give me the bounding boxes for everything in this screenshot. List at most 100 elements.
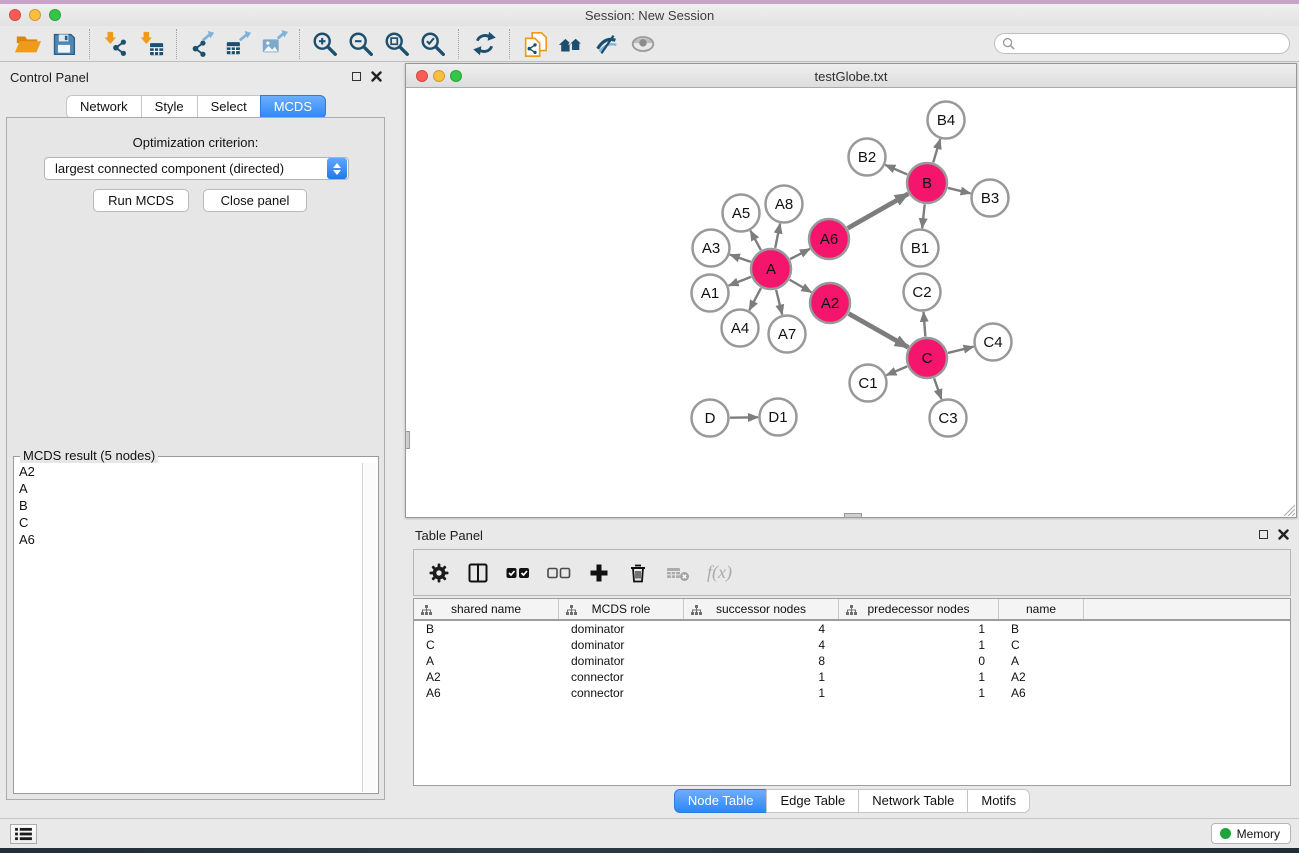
table-cell[interactable]: A2	[999, 670, 1084, 684]
export-table-button[interactable]	[220, 28, 256, 60]
column-header-predecessor-nodes[interactable]: predecessor nodes	[839, 599, 999, 619]
tab-network-table[interactable]: Network Table	[858, 789, 968, 813]
import-table-button[interactable]	[133, 28, 169, 60]
table-row-A6[interactable]: A6connector11A6	[414, 685, 1290, 701]
table-row-A2[interactable]: A2connector11A2	[414, 669, 1290, 685]
status-list-button[interactable]	[10, 824, 37, 844]
zoom-fit-button[interactable]	[379, 28, 415, 60]
graph-edge-C-C3[interactable]	[934, 378, 941, 399]
mcds-result-item[interactable]: B	[15, 497, 362, 514]
graph-edge-B-B1[interactable]	[922, 204, 925, 228]
table-cell[interactable]: C	[999, 638, 1084, 652]
column-header-shared-name[interactable]: shared name	[414, 599, 559, 619]
close-table-panel-icon[interactable]	[1278, 529, 1289, 540]
tab-mcds[interactable]: MCDS	[260, 95, 326, 119]
show-home-button[interactable]	[553, 28, 589, 60]
close-panel-button[interactable]: Close panel	[203, 189, 307, 212]
tab-node-table[interactable]: Node Table	[674, 789, 768, 813]
hide-selected-button[interactable]	[589, 28, 625, 60]
table-cell[interactable]: dominator	[559, 622, 684, 636]
graph-edge-B-B3[interactable]	[948, 188, 971, 193]
table-cell[interactable]: 4	[684, 622, 839, 636]
graph-edge-A-A3[interactable]	[730, 255, 751, 262]
open-session-button[interactable]	[10, 28, 46, 60]
table-cell[interactable]: A	[414, 654, 559, 668]
close-panel-icon[interactable]	[371, 71, 382, 82]
graph-edge-A-A5[interactable]	[750, 231, 760, 250]
graph-edge-A2-C[interactable]	[849, 314, 909, 348]
mcds-result-item[interactable]: A2	[15, 463, 362, 480]
import-network-button[interactable]	[97, 28, 133, 60]
table-row-A[interactable]: Adominator80A	[414, 653, 1290, 669]
column-header-successor-nodes[interactable]: successor nodes	[684, 599, 839, 619]
graph-edge-A-A1[interactable]	[729, 277, 751, 286]
table-cell[interactable]: dominator	[559, 654, 684, 668]
table-cell[interactable]: 1	[839, 686, 999, 700]
tab-network[interactable]: Network	[66, 95, 142, 119]
window-resize-grip[interactable]	[1282, 503, 1295, 516]
add-row-button[interactable]	[588, 562, 610, 584]
export-network-button[interactable]	[184, 28, 220, 60]
graph-edge-C-C1[interactable]	[886, 366, 907, 375]
table-cell[interactable]: B	[999, 622, 1084, 636]
table-cell[interactable]: 1	[839, 670, 999, 684]
mcds-result-item[interactable]: A6	[15, 531, 362, 548]
left-splitter-handle[interactable]	[405, 431, 410, 449]
deselect-all-checkboxes-button[interactable]	[547, 562, 571, 584]
table-cell[interactable]: C	[414, 638, 559, 652]
table-cell[interactable]: A6	[414, 686, 559, 700]
float-table-panel-icon[interactable]	[1259, 530, 1268, 539]
table-row-C[interactable]: Cdominator41C	[414, 637, 1290, 653]
table-cell[interactable]: 1	[839, 638, 999, 652]
result-scrollbar[interactable]	[362, 463, 377, 792]
graph-edge-A-A2[interactable]	[790, 280, 812, 293]
save-session-button[interactable]	[46, 28, 82, 60]
table-cell[interactable]: A6	[999, 686, 1084, 700]
tab-edge-table[interactable]: Edge Table	[766, 789, 859, 813]
column-settings-button[interactable]	[428, 562, 450, 584]
table-cell[interactable]: 1	[684, 686, 839, 700]
bottom-splitter-handle[interactable]	[844, 513, 862, 518]
graph-edge-A-A8[interactable]	[775, 224, 780, 248]
table-layout-button[interactable]	[467, 562, 489, 584]
graph-edge-A6-B[interactable]	[848, 194, 909, 229]
table-cell[interactable]: dominator	[559, 638, 684, 652]
table-cell[interactable]: A2	[414, 670, 559, 684]
mcds-result-item[interactable]: C	[15, 514, 362, 531]
table-cell[interactable]: 1	[684, 670, 839, 684]
optimization-criterion-select[interactable]: largest connected component (directed)	[44, 157, 349, 180]
table-cell[interactable]: 0	[839, 654, 999, 668]
column-header-name[interactable]: name	[999, 599, 1084, 619]
graph-edge-B-B4[interactable]	[933, 139, 940, 162]
float-panel-icon[interactable]	[352, 72, 361, 81]
zoom-out-button[interactable]	[343, 28, 379, 60]
table-cell[interactable]: 8	[684, 654, 839, 668]
tab-style[interactable]: Style	[141, 95, 198, 119]
select-all-checkboxes-button[interactable]	[506, 562, 530, 584]
zoom-in-button[interactable]	[307, 28, 343, 60]
clone-network-button[interactable]	[517, 28, 553, 60]
graph-edge-C-C4[interactable]	[948, 347, 974, 353]
export-image-button[interactable]	[256, 28, 292, 60]
memory-button[interactable]: Memory	[1211, 823, 1291, 844]
refresh-layout-button[interactable]	[466, 28, 502, 60]
table-cell[interactable]: connector	[559, 670, 684, 684]
tab-select[interactable]: Select	[197, 95, 261, 119]
network-graph-canvas[interactable]: B4B2BB3A5A8A6A3B1AA1C2A2A4A7C4CC1C3DD1	[406, 88, 1296, 517]
graph-edge-A-A4[interactable]	[749, 288, 761, 310]
table-cell[interactable]: connector	[559, 686, 684, 700]
graph-edge-C-C2[interactable]	[924, 312, 926, 337]
table-cell[interactable]: 4	[684, 638, 839, 652]
graph-edge-B-B2[interactable]	[885, 165, 907, 174]
tab-motifs[interactable]: Motifs	[967, 789, 1030, 813]
delete-row-button[interactable]	[627, 562, 649, 584]
table-cell[interactable]: 1	[839, 622, 999, 636]
table-cell[interactable]: B	[414, 622, 559, 636]
table-row-B[interactable]: Bdominator41B	[414, 621, 1290, 637]
column-header-MCDS-role[interactable]: MCDS role	[559, 599, 684, 619]
run-mcds-button[interactable]: Run MCDS	[93, 189, 189, 212]
table-cell[interactable]: A	[999, 654, 1084, 668]
search-input[interactable]	[1015, 37, 1289, 51]
graph-edge-A-A6[interactable]	[790, 249, 810, 259]
graph-edge-A-A7[interactable]	[776, 290, 782, 315]
